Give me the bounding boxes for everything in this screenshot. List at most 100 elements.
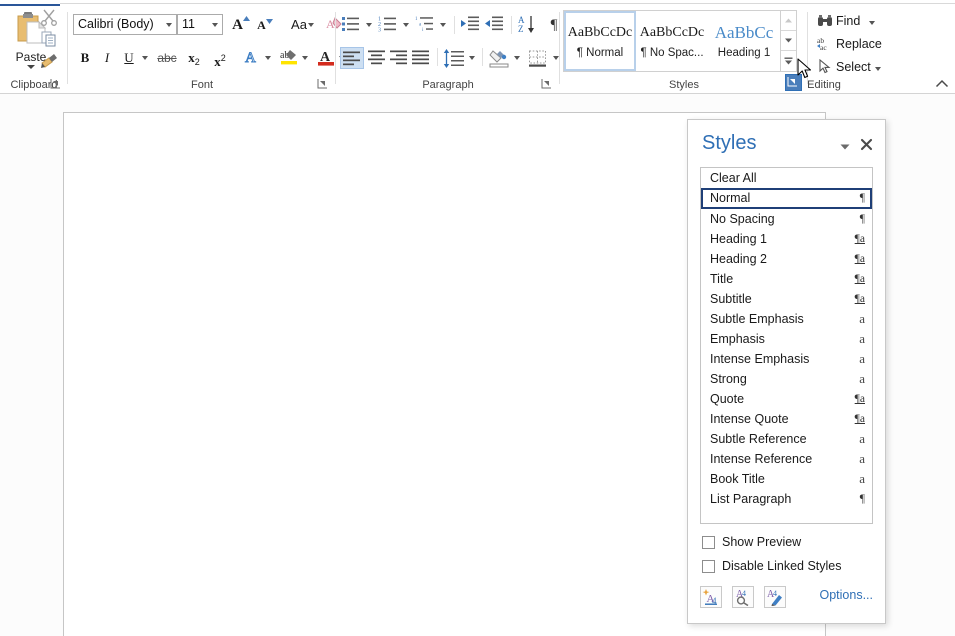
underline-button[interactable]: U [119, 47, 139, 69]
style-inspector-icon: A 4 [734, 588, 752, 606]
style-list-item-subtitle[interactable]: Subtitle¶a [701, 289, 872, 309]
style-list-item-list-paragraph[interactable]: List Paragraph¶ [701, 489, 872, 509]
style-list-item-heading-1[interactable]: Heading 1¶a [701, 229, 872, 249]
highlight-dropdown[interactable] [299, 47, 311, 69]
style-list-item-emphasis[interactable]: Emphasisa [701, 329, 872, 349]
style-inspector-button[interactable]: A 4 [732, 586, 754, 608]
group-label-editing: Editing [774, 78, 874, 92]
styles-gallery-scrollbar[interactable] [781, 10, 797, 72]
styles-gallery[interactable]: AaBbCcDc ¶ Normal AaBbCcDc ¶ No Spac... … [563, 10, 781, 72]
style-gallery-item-no-spacing[interactable]: AaBbCcDc ¶ No Spac... [636, 11, 708, 71]
inner-separator [482, 48, 483, 66]
show-preview-checkbox[interactable]: Show Preview [702, 535, 801, 549]
style-list-item-intense-quote[interactable]: Intense Quote¶a [701, 409, 872, 429]
group-label-paragraph: Paragraph [336, 78, 560, 92]
subscript-button[interactable]: x2 [182, 47, 206, 69]
bullets-button[interactable] [341, 15, 363, 35]
grow-font-label: A [232, 17, 243, 33]
style-list-item-quote[interactable]: Quote¶a [701, 389, 872, 409]
style-gallery-item-normal[interactable]: AaBbCcDc ¶ Normal [564, 11, 636, 71]
style-gallery-item-heading-1[interactable]: AaBbCс Heading 1 [708, 11, 780, 71]
style-list-item-title[interactable]: Title¶a [701, 269, 872, 289]
align-right-icon [389, 49, 409, 67]
superscript-button[interactable]: x2 [208, 47, 232, 69]
pane-close-icon[interactable] [860, 138, 874, 152]
underline-label: U [124, 50, 133, 65]
style-list-item-intense-emphasis[interactable]: Intense Emphasisa [701, 349, 872, 369]
styles-options-link[interactable]: Options... [820, 588, 874, 602]
font-size-input[interactable]: 11 [177, 14, 223, 35]
font-dialog-launcher[interactable] [317, 78, 330, 91]
new-style-button[interactable]: A 4 [700, 586, 722, 608]
borders-icon [527, 49, 549, 68]
underline-dropdown[interactable] [139, 47, 151, 69]
find-caret[interactable] [869, 21, 875, 25]
shading-button[interactable] [487, 47, 511, 69]
text-effects-button[interactable]: A [240, 47, 264, 69]
align-left-button[interactable] [340, 47, 364, 69]
replace-button[interactable]: ab ac Replace [814, 33, 882, 54]
bold-button[interactable]: B [75, 47, 95, 69]
styles-scroll-down-button[interactable] [781, 31, 796, 51]
paragraph-dialog-launcher[interactable] [541, 78, 554, 91]
strikethrough-button[interactable]: abc [154, 47, 180, 69]
styles-more-button[interactable] [781, 51, 796, 71]
style-list-item-clear-all[interactable]: Clear All [701, 168, 872, 188]
align-center-icon [367, 49, 387, 67]
copy-button[interactable] [40, 30, 62, 50]
styles-scroll-up-button[interactable] [781, 11, 796, 31]
grow-font-button[interactable]: A [230, 15, 252, 35]
justify-button[interactable] [410, 47, 434, 69]
style-list-item-no-spacing[interactable]: No Spacing¶ [701, 209, 872, 229]
collapse-ribbon-button[interactable] [935, 78, 949, 92]
numbering-dropdown[interactable] [400, 15, 412, 35]
select-caret[interactable] [875, 67, 881, 71]
increase-indent-button[interactable] [484, 15, 506, 35]
cut-button[interactable] [40, 8, 62, 28]
shrink-font-button[interactable]: A [254, 15, 276, 35]
multilevel-dropdown[interactable] [437, 15, 449, 35]
find-label: Find [836, 14, 860, 28]
pane-menu-chevron-down-icon[interactable] [839, 141, 851, 153]
format-painter-button[interactable] [40, 52, 62, 72]
numbering-caret [403, 23, 409, 27]
strikethrough-label: abc [157, 51, 176, 65]
sort-button[interactable]: A Z [517, 14, 539, 36]
highlight-color-button[interactable]: ab [277, 47, 301, 69]
style-list-item-strong[interactable]: Stronga [701, 369, 872, 389]
multilevel-list-button[interactable]: 1 a i [415, 15, 437, 35]
style-preview-sample: AaBbCcDc [639, 24, 705, 42]
find-button[interactable]: Find [814, 10, 875, 31]
borders-button[interactable] [526, 47, 550, 69]
paste-dropdown-caret[interactable] [27, 65, 35, 69]
font-size-caret[interactable] [212, 23, 218, 27]
font-name-value: Calibri (Body) [78, 17, 154, 31]
font-name-input[interactable]: Calibri (Body) [73, 14, 177, 35]
decrease-indent-button[interactable] [460, 15, 482, 35]
styles-list[interactable]: Clear AllNormal¶No Spacing¶Heading 1¶aHe… [700, 167, 873, 524]
style-list-item-subtle-reference[interactable]: Subtle Referencea [701, 429, 872, 449]
style-list-item-intense-reference[interactable]: Intense Referencea [701, 449, 872, 469]
change-case-caret[interactable] [308, 23, 314, 27]
line-spacing-button[interactable] [442, 47, 466, 69]
font-name-caret[interactable] [166, 23, 172, 27]
style-list-item-book-title[interactable]: Book Titlea [701, 469, 872, 489]
italic-button[interactable]: I [97, 47, 117, 69]
bullets-dropdown[interactable] [363, 15, 375, 35]
numbering-button[interactable]: 1 2 3 [378, 15, 400, 35]
select-button[interactable]: Select [814, 56, 881, 77]
change-case-button[interactable]: Aa [282, 15, 316, 35]
shading-dropdown[interactable] [511, 47, 523, 69]
style-preview-name: Heading 1 [718, 47, 770, 59]
style-list-item-normal[interactable]: Normal¶ [701, 188, 872, 209]
style-list-item-subtle-emphasis[interactable]: Subtle Emphasisa [701, 309, 872, 329]
line-spacing-dropdown[interactable] [466, 47, 478, 69]
align-center-button[interactable] [366, 47, 390, 69]
style-list-item-heading-2[interactable]: Heading 2¶a [701, 249, 872, 269]
clipboard-dialog-launcher[interactable] [50, 78, 63, 91]
align-right-button[interactable] [388, 47, 412, 69]
font-color-icon: A [316, 47, 336, 66]
manage-styles-button[interactable]: A 4 [764, 586, 786, 608]
text-effects-dropdown[interactable] [262, 47, 274, 69]
disable-linked-styles-checkbox[interactable]: Disable Linked Styles [702, 559, 842, 573]
